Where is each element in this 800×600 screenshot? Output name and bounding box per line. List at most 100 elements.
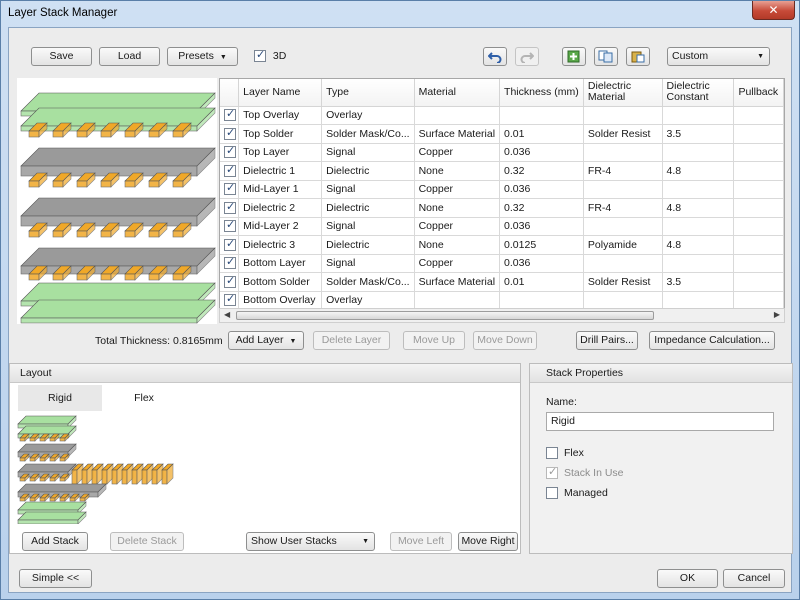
table-row[interactable]: Top LayerSignalCopper0.036 [220, 143, 784, 162]
column-header-type[interactable]: Type [321, 79, 415, 107]
dielectric-constant-cell[interactable] [662, 291, 735, 310]
dielectric-material-cell[interactable]: FR-4 [583, 198, 663, 218]
layer-enabled-checkbox[interactable] [220, 272, 240, 292]
impedance-calculation-button[interactable]: Impedance Calculation... [649, 331, 775, 350]
save-button[interactable]: Save [31, 47, 92, 66]
layer-name-cell[interactable]: Top Layer [238, 143, 323, 162]
scroll-right-icon[interactable]: ▶ [774, 310, 780, 319]
material-cell[interactable]: Surface Material [414, 124, 501, 144]
dielectric-constant-cell[interactable] [662, 254, 735, 273]
material-cell[interactable] [414, 106, 501, 125]
thickness-cell[interactable]: 0.036 [499, 254, 584, 273]
pullback-cell[interactable] [733, 217, 784, 236]
dielectric-constant-cell[interactable] [662, 217, 735, 236]
material-cell[interactable]: Copper [414, 180, 501, 199]
flex-checkbox[interactable] [546, 447, 558, 460]
column-header-dielectric-material[interactable]: Dielectric Material [583, 79, 663, 107]
undo-button[interactable] [483, 47, 507, 66]
layer-enabled-checkbox[interactable] [220, 143, 240, 162]
layer-visible-checkbox[interactable] [224, 163, 236, 177]
layer-enabled-checkbox[interactable] [220, 217, 240, 236]
pullback-cell[interactable] [733, 143, 784, 162]
column-header-layer-name[interactable]: Layer Name [238, 79, 323, 107]
layer-name-cell[interactable]: Top Overlay [238, 106, 323, 125]
layer-enabled-checkbox[interactable] [220, 161, 240, 181]
pullback-cell[interactable] [733, 106, 784, 125]
column-header-thickness[interactable]: Thickness (mm) [499, 79, 584, 107]
material-cell[interactable]: Surface Material [414, 272, 501, 292]
dielectric-material-cell[interactable]: Polyamide [583, 235, 663, 255]
title-bar[interactable]: Layer Stack Manager ✕ [1, 1, 799, 27]
dielectric-constant-cell[interactable] [662, 143, 735, 162]
show-stacks-select[interactable]: Show User Stacks ▼ [246, 532, 375, 551]
dielectric-constant-cell[interactable]: 4.8 [662, 235, 735, 255]
layer-type-cell[interactable]: Dielectric [321, 161, 415, 181]
material-cell[interactable]: None [414, 161, 501, 181]
cancel-button[interactable]: Cancel [723, 569, 785, 588]
copy-button[interactable] [594, 47, 618, 66]
layer-name-cell[interactable]: Mid-Layer 1 [238, 180, 323, 199]
thickness-cell[interactable] [499, 106, 584, 125]
layer-enabled-checkbox[interactable] [220, 254, 240, 273]
dielectric-material-cell[interactable] [583, 143, 663, 162]
dielectric-material-cell[interactable] [583, 217, 663, 236]
layer-type-cell[interactable]: Signal [321, 217, 415, 236]
add-layer-button[interactable] [562, 47, 586, 66]
layer-enabled-checkbox[interactable] [220, 180, 240, 199]
table-row[interactable]: Dielectric 3DielectricNone0.0125Polyamid… [220, 235, 784, 255]
layer-type-cell[interactable]: Signal [321, 180, 415, 199]
layer-name-cell[interactable]: Bottom Solder [238, 272, 323, 292]
pullback-cell[interactable] [733, 180, 784, 199]
paste-button[interactable] [626, 47, 650, 66]
dielectric-constant-cell[interactable]: 3.5 [662, 272, 735, 292]
layer-type-cell[interactable]: Signal [321, 254, 415, 273]
scroll-left-icon[interactable]: ◀ [224, 310, 230, 319]
layer-type-cell[interactable]: Solder Mask/Co... [321, 124, 415, 144]
flex-option[interactable]: Flex [546, 446, 584, 460]
dielectric-material-cell[interactable] [583, 180, 663, 199]
material-cell[interactable]: Copper [414, 143, 501, 162]
dielectric-constant-cell[interactable] [662, 106, 735, 125]
column-header-material[interactable]: Material [414, 79, 501, 107]
scrollbar-thumb[interactable] [236, 311, 654, 320]
dielectric-constant-cell[interactable]: 4.8 [662, 198, 735, 218]
dielectric-material-cell[interactable]: FR-4 [583, 161, 663, 181]
layer-visible-checkbox[interactable] [224, 218, 236, 233]
thickness-cell[interactable]: 0.036 [499, 143, 584, 162]
pullback-cell[interactable] [733, 291, 784, 310]
table-row[interactable]: Dielectric 2DielectricNone0.32FR-44.8 [220, 198, 784, 218]
layer-type-cell[interactable]: Overlay [321, 291, 415, 310]
pullback-cell[interactable] [733, 254, 784, 273]
layer-name-cell[interactable]: Bottom Overlay [238, 291, 323, 310]
move-left-button[interactable]: Move Left [390, 532, 452, 551]
drill-pairs-button[interactable]: Drill Pairs... [576, 331, 638, 350]
dielectric-material-cell[interactable] [583, 106, 663, 125]
layer-enabled-checkbox[interactable] [220, 291, 240, 310]
table-row[interactable]: Mid-Layer 1SignalCopper0.036 [220, 180, 784, 199]
view-mode-select[interactable]: Custom ▼ [667, 47, 770, 66]
layer-name-cell[interactable]: Mid-Layer 2 [238, 217, 323, 236]
thickness-cell[interactable] [499, 291, 584, 310]
presets-button[interactable]: Presets ▼ [167, 47, 238, 66]
layer-visible-checkbox[interactable] [224, 255, 236, 270]
redo-button[interactable] [515, 47, 539, 66]
managed-option[interactable]: Managed [546, 486, 608, 500]
layer-enabled-checkbox[interactable] [220, 124, 240, 144]
delete-stack-button[interactable]: Delete Stack [110, 532, 184, 551]
column-header-dielectric-constant[interactable]: Dielectric Constant [662, 79, 735, 107]
dielectric-constant-cell[interactable]: 4.8 [662, 161, 735, 181]
column-header-pullback[interactable]: Pullback [733, 79, 784, 107]
dielectric-material-cell[interactable] [583, 291, 663, 310]
thickness-cell[interactable]: 0.036 [499, 180, 584, 199]
material-cell[interactable]: Copper [414, 254, 501, 273]
table-row[interactable]: Bottom OverlayOverlay [220, 291, 784, 310]
layer-enabled-checkbox[interactable] [220, 198, 240, 218]
move-down-button[interactable]: Move Down [473, 331, 537, 350]
layer-name-cell[interactable]: Dielectric 1 [238, 161, 323, 181]
table-row[interactable]: Bottom SolderSolder Mask/Co...Surface Ma… [220, 272, 784, 292]
pullback-cell[interactable] [733, 235, 784, 255]
thickness-cell[interactable]: 0.036 [499, 217, 584, 236]
thickness-cell[interactable]: 0.0125 [499, 235, 584, 255]
tab-flex[interactable]: Flex [102, 385, 186, 411]
add-stack-button[interactable]: Add Stack [22, 532, 88, 551]
